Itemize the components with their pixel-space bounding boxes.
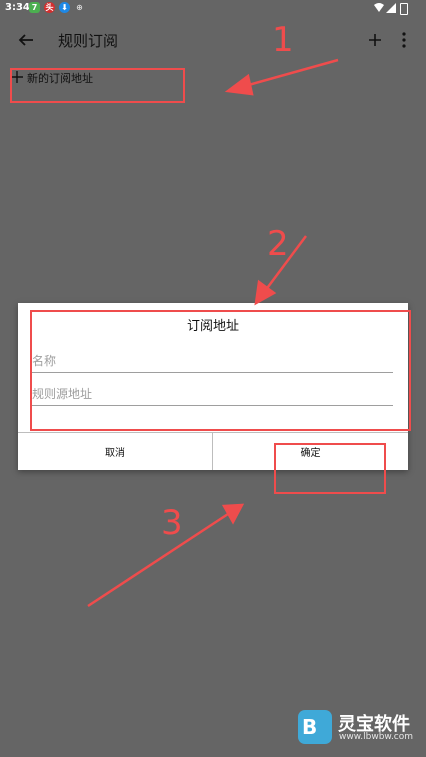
annotation-arrow-2 <box>254 235 308 306</box>
annotation-arrow-3 <box>87 503 245 608</box>
annotation-arrow-1 <box>224 58 339 96</box>
watermark-logo-icon: B <box>298 710 332 744</box>
annotation-arrows <box>87 58 339 608</box>
watermark-url: www.lbwbw.com <box>339 732 414 742</box>
watermark: B 灵宝软件 www.lbwbw.com <box>298 708 418 748</box>
